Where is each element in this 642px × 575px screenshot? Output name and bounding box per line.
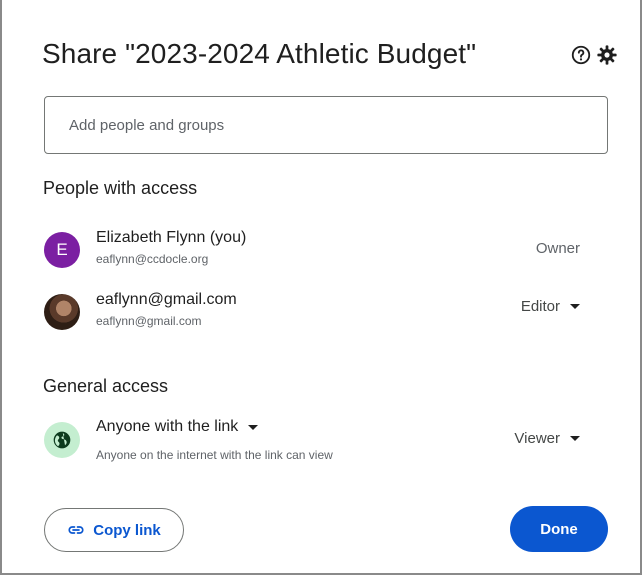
done-button[interactable]: Done (510, 506, 608, 552)
person-row-owner: E Elizabeth Flynn (you) eaflynn@ccdocle.… (42, 226, 600, 274)
help-circle-icon (571, 45, 591, 65)
help-icon[interactable] (568, 42, 594, 68)
editor-role-dropdown[interactable]: Editor (521, 298, 580, 315)
chevron-down-icon (248, 424, 259, 430)
general-access-dropdown[interactable]: Anyone with the link (96, 418, 259, 436)
copy-link-button[interactable]: Copy link (44, 508, 184, 552)
person-name: Elizabeth Flynn (you) (96, 229, 247, 246)
person-email: eaflynn@ccdocle.org (96, 252, 209, 266)
role-label: Viewer (514, 430, 560, 447)
settings-gear-icon[interactable] (594, 42, 620, 68)
dialog-title: Share "2023-2024 Athletic Budget" (42, 38, 477, 69)
link-icon (68, 526, 84, 534)
person-row-editor: eaflynn@gmail.com eaflynn@gmail.com Edit… (42, 288, 600, 336)
globe-icon (53, 431, 71, 449)
viewer-role-dropdown[interactable]: Viewer (514, 430, 580, 447)
general-access-heading: General access (43, 376, 169, 396)
person-email: eaflynn@gmail.com (96, 314, 202, 328)
globe-icon-container (44, 422, 80, 458)
share-dialog: Share "2023-2024 Athletic Budget" Add pe… (2, 0, 640, 573)
share-dialog-frame: Share "2023-2024 Athletic Budget" Add pe… (0, 0, 642, 575)
access-description: Anyone on the internet with the link can… (96, 448, 333, 462)
access-option-label: Anyone with the link (96, 418, 239, 435)
avatar: E (44, 232, 80, 268)
owner-role-label: Owner (535, 240, 580, 257)
copy-link-label: Copy link (93, 521, 161, 539)
add-people-input[interactable] (44, 96, 608, 154)
chevron-down-icon (570, 436, 580, 441)
avatar (44, 294, 80, 330)
gear-icon (597, 45, 617, 65)
person-name: eaflynn@gmail.com (96, 291, 237, 308)
general-access-row: Anyone with the link Anyone on the inter… (42, 418, 600, 468)
role-label: Editor (520, 298, 560, 315)
people-with-access-heading: People with access (43, 178, 198, 198)
chevron-down-icon (570, 304, 580, 309)
